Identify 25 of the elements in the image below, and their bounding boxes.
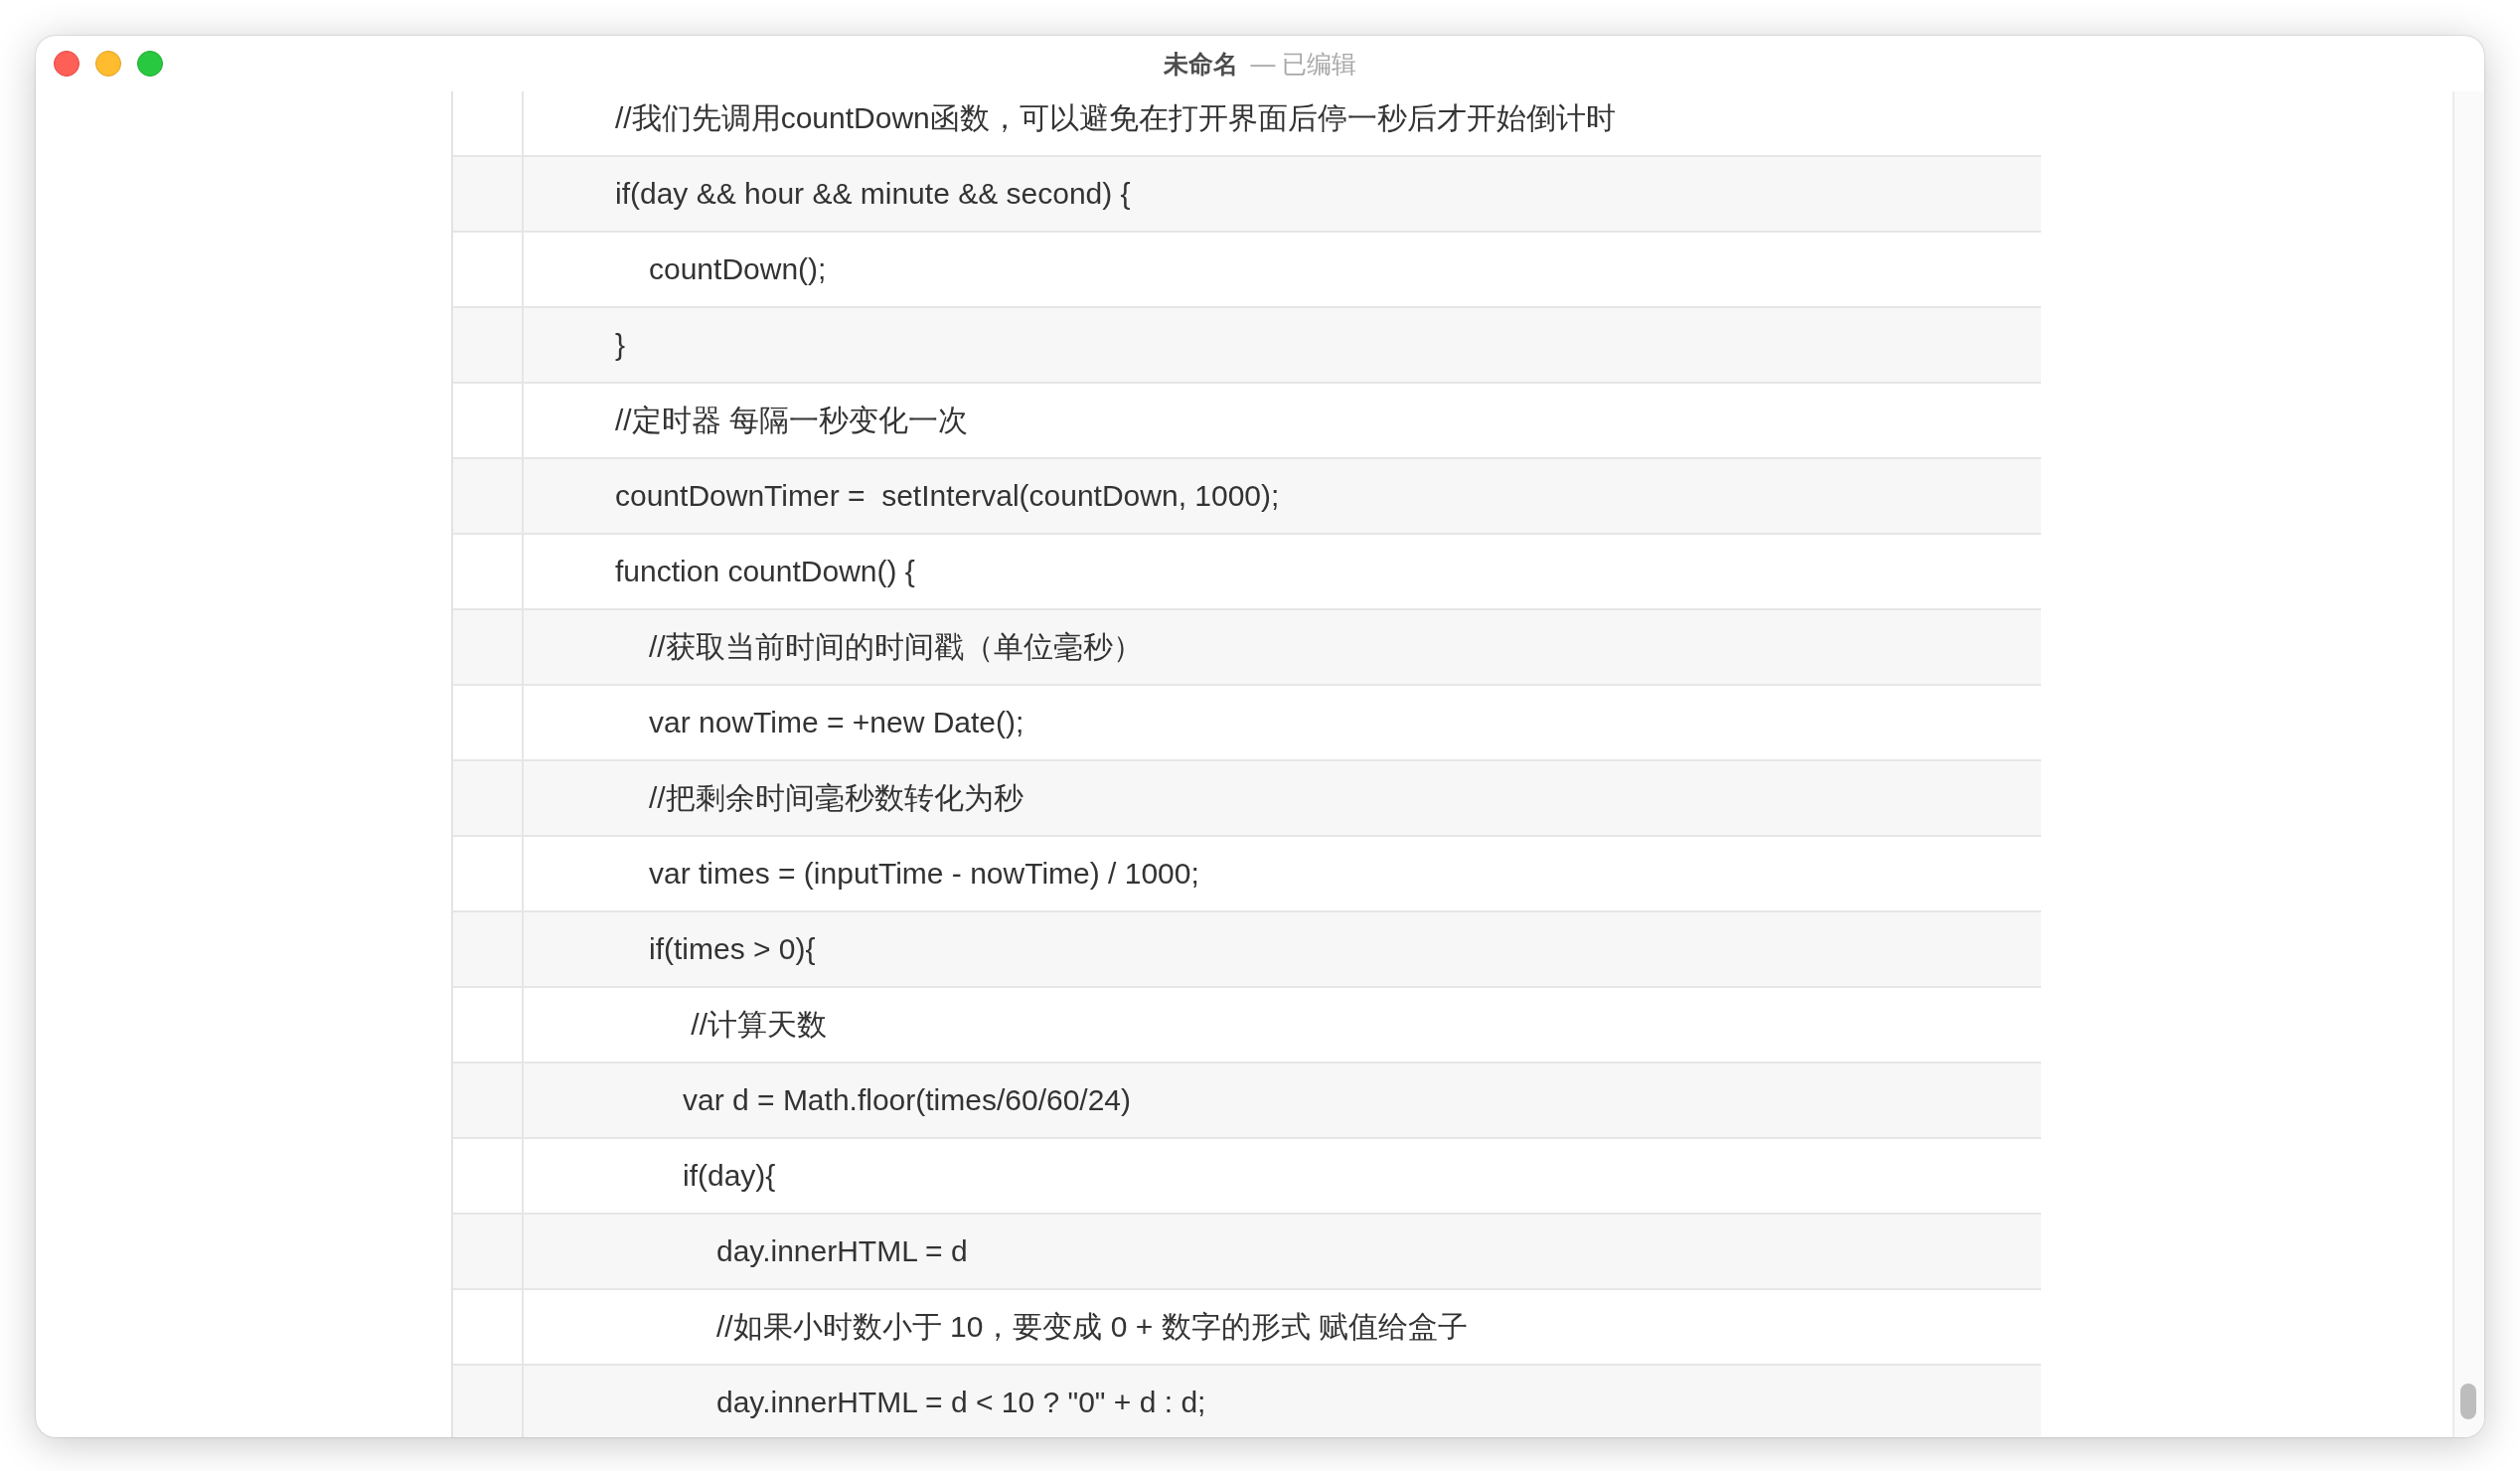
code-line: var times = (inputTime - nowTime) / 1000; <box>649 857 1199 891</box>
minimize-button[interactable] <box>95 51 121 77</box>
zoom-button[interactable] <box>137 51 163 77</box>
code-line: if(day){ <box>683 1159 776 1193</box>
scrollbar-thumb[interactable] <box>2460 1384 2476 1419</box>
close-button[interactable] <box>54 51 79 77</box>
scrollbar[interactable] <box>2452 91 2484 1437</box>
code-line: //获取当前时间的时间戳（单位毫秒） <box>649 628 1143 665</box>
code-line: //定时器 每隔一秒变化一次 <box>615 402 968 438</box>
code-line: if(times > 0){ <box>649 932 816 966</box>
code-line: countDownTimer = setInterval(countDown, 1000); <box>615 479 1280 513</box>
code-line: //我们先调用countDown函数，可以避免在打开界面后停一秒后才开始倒计时 <box>615 99 1616 136</box>
code-line: } <box>615 328 626 362</box>
window-title: 未命名 <box>1163 49 1238 78</box>
code-line: //把剩余时间毫秒数转化为秒 <box>649 779 1024 816</box>
code-line: var d = Math.floor(times/60/60/24) <box>683 1083 1132 1117</box>
code-line: //如果小时数小于 10，要变成 0 + 数字的形式 赋值给盒子 <box>716 1308 1468 1345</box>
code-line: function countDown() { <box>615 555 915 588</box>
code-line: day.innerHTML = d < 10 ? "0" + d : d; <box>716 1386 1206 1419</box>
code-line: var nowTime = +new Date(); <box>649 706 1024 739</box>
code-line: if(day && hour && minute && second) { <box>615 177 1131 211</box>
code-line: countDown(); <box>649 252 827 286</box>
edited-status: — 已编辑 <box>1250 49 1357 78</box>
code-line: day.innerHTML = d <box>716 1234 968 1268</box>
code-line: //计算天数 <box>690 1006 827 1043</box>
